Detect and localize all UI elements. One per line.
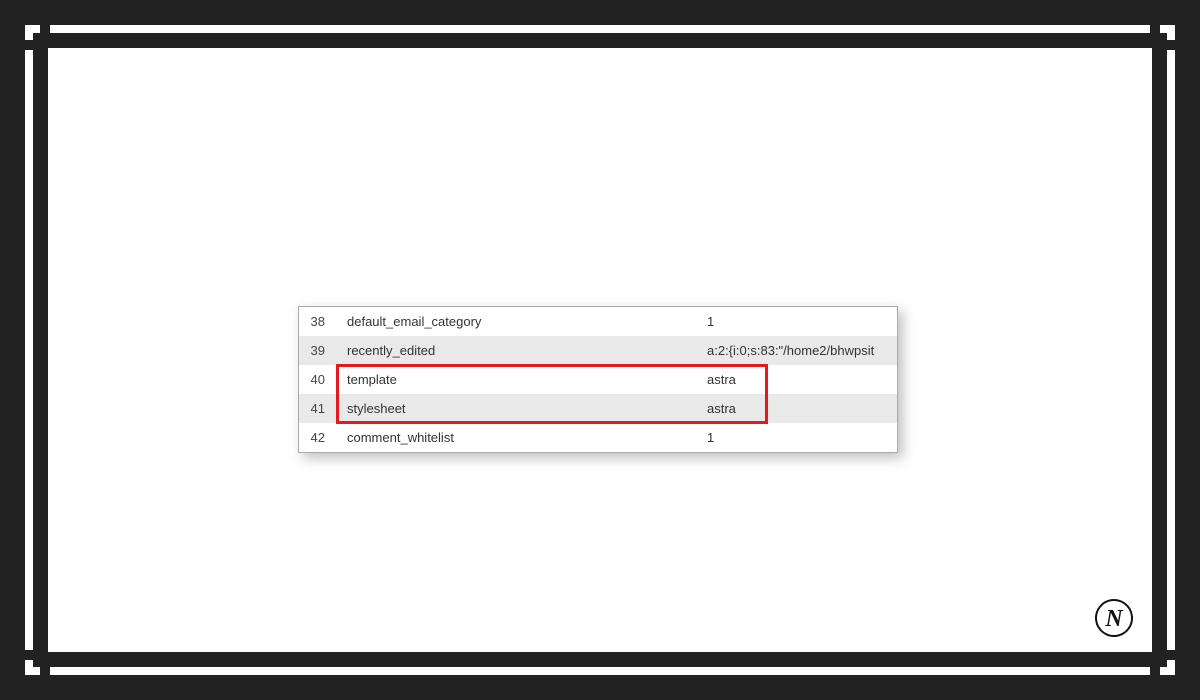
- table-row[interactable]: 40templateastra: [299, 365, 897, 394]
- option-name-cell: template: [339, 365, 699, 394]
- row-index: 40: [299, 365, 339, 394]
- frame-bar: [1167, 660, 1175, 675]
- frame-bar: [1167, 50, 1175, 650]
- frame-bar: [25, 660, 33, 675]
- frame-bar: [1167, 25, 1175, 40]
- option-name-cell: comment_whitelist: [339, 423, 699, 452]
- option-value-cell: astra: [699, 365, 897, 394]
- svg-text:N: N: [1104, 606, 1124, 632]
- frame-bar: [25, 50, 33, 650]
- table-row[interactable]: 41stylesheetastra: [299, 394, 897, 423]
- row-index: 42: [299, 423, 339, 452]
- row-index: 39: [299, 336, 339, 365]
- option-name-cell: stylesheet: [339, 394, 699, 423]
- table-row[interactable]: 42comment_whitelist1: [299, 423, 897, 452]
- option-value-cell: astra: [699, 394, 897, 423]
- row-index: 38: [299, 307, 339, 336]
- frame-bar: [50, 667, 1150, 675]
- table-row[interactable]: 38default_email_category1: [299, 307, 897, 336]
- logo-icon: N: [1094, 598, 1134, 638]
- table-row[interactable]: 39recently_editeda:2:{i:0;s:83:"/home2/b…: [299, 336, 897, 365]
- option-name-cell: default_email_category: [339, 307, 699, 336]
- db-table: 38default_email_category139recently_edit…: [298, 306, 898, 453]
- frame-bar: [25, 25, 33, 40]
- frame-bar: [50, 25, 1150, 33]
- option-value-cell: 1: [699, 307, 897, 336]
- main-canvas: 38default_email_category139recently_edit…: [48, 48, 1152, 652]
- option-value-cell: 1: [699, 423, 897, 452]
- option-name-cell: recently_edited: [339, 336, 699, 365]
- option-value-cell: a:2:{i:0;s:83:"/home2/bhwpsit: [699, 336, 897, 365]
- row-index: 41: [299, 394, 339, 423]
